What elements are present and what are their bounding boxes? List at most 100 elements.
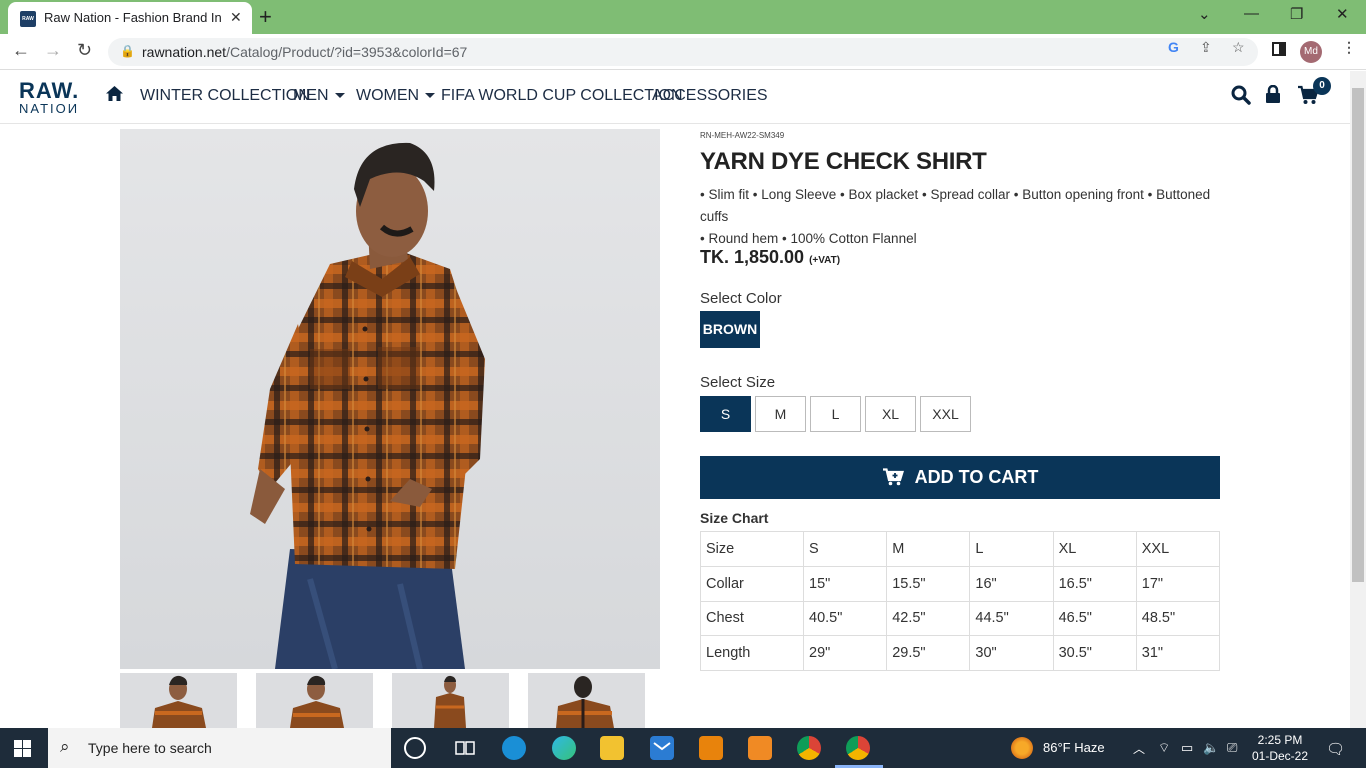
app-icon-blue[interactable] xyxy=(502,736,526,760)
size-chart-cell: Size xyxy=(700,531,804,567)
size-chart-cell: S xyxy=(802,531,888,567)
forward-icon[interactable]: → xyxy=(44,40,62,61)
size-chart-cell: 16" xyxy=(969,565,1054,602)
lock-icon: 🔒 xyxy=(120,44,135,58)
browser-toolbar: ← → ↻ 🔒 rawnation.net/Catalog/Product/?i… xyxy=(0,34,1366,70)
bookmark-star-icon[interactable]: ☆ xyxy=(1232,39,1245,56)
address-bar[interactable]: 🔒 rawnation.net/Catalog/Product/?id=3953… xyxy=(108,38,1258,66)
size-chart-cell: 42.5" xyxy=(886,600,971,637)
back-icon[interactable]: ← xyxy=(12,40,30,61)
size-option-m[interactable]: M xyxy=(755,396,806,432)
chevron-down-icon xyxy=(334,93,345,99)
task-view-icon[interactable] xyxy=(453,736,477,760)
reload-icon[interactable]: ↻ xyxy=(77,40,92,61)
taskbar-search-box[interactable]: ⌕ Type here to search xyxy=(48,728,391,768)
file-explorer-icon[interactable] xyxy=(600,736,624,760)
notification-icon[interactable]: 🗨 xyxy=(1326,740,1345,758)
nav-fifa-world-cup[interactable]: FIFA WORLD CUP COLLECTION xyxy=(441,87,683,105)
size-chart-row: Length 29" 29.5" 30" 30.5" 31" xyxy=(700,635,1221,671)
minimize-icon[interactable]: — xyxy=(1244,5,1259,22)
size-chart-cell: 40.5" xyxy=(802,600,888,637)
chrome-icon[interactable] xyxy=(797,736,821,760)
search-icon[interactable] xyxy=(1231,85,1251,110)
chevron-up-icon[interactable]: ︿ xyxy=(1133,740,1145,757)
sublime-text-icon[interactable] xyxy=(699,736,723,760)
size-chart-cell: 17" xyxy=(1135,565,1221,602)
size-chart-cell: 16.5" xyxy=(1052,565,1137,602)
nav-accessories[interactable]: ACCESSORIES xyxy=(652,87,768,105)
product-main-image[interactable] xyxy=(120,129,660,669)
new-tab-icon[interactable]: + xyxy=(259,4,272,30)
system-clock[interactable]: 2:25 PM 01-Dec-22 xyxy=(1248,732,1312,764)
size-option-l[interactable]: L xyxy=(810,396,861,432)
windows-start-icon[interactable] xyxy=(14,740,31,757)
tab-title: Raw Nation - Fashion Brand In Ba xyxy=(44,10,224,25)
raw-nation-logo[interactable]: RAW. NATIOИ xyxy=(19,80,79,116)
cortana-icon[interactable] xyxy=(404,737,426,759)
size-chart-cell: 29.5" xyxy=(886,635,971,671)
windows-taskbar: ⌕ Type here to search 86°F Haze ︿ ⌔ ▭ 🔈 … xyxy=(0,728,1366,768)
tab-close-icon[interactable]: ✕ xyxy=(230,9,242,26)
size-chart-row: Collar 15" 15.5" 16" 16.5" 17" xyxy=(700,565,1221,602)
nav-winter-collection[interactable]: WINTER COLLECTION xyxy=(140,87,310,105)
size-chart-cell: 15" xyxy=(802,565,888,602)
cart-count-badge: 0 xyxy=(1313,77,1331,95)
nav-men[interactable]: MEN xyxy=(293,87,345,105)
site-favicon: RAW xyxy=(20,11,36,27)
product-sku: RN-MEH-AW22-SM349 xyxy=(700,131,785,140)
profile-avatar[interactable]: Md xyxy=(1300,41,1322,63)
url-text: rawnation.net/Catalog/Product/?id=3953&c… xyxy=(142,44,468,60)
size-chart-cell: 44.5" xyxy=(969,600,1054,637)
product-thumbnail[interactable] xyxy=(528,673,645,728)
battery-icon[interactable]: ▭ xyxy=(1181,740,1193,756)
color-option-brown[interactable]: BROWN xyxy=(700,311,760,348)
size-chart-cell: M xyxy=(886,531,971,567)
size-chart-cell: L xyxy=(969,531,1054,567)
page-scrollbar-thumb[interactable] xyxy=(1352,88,1364,582)
size-chart-cell: 48.5" xyxy=(1135,600,1221,637)
nav-women[interactable]: WOMEN xyxy=(356,87,436,105)
size-chart-cell: 15.5" xyxy=(886,565,971,602)
size-chart-cell: 31" xyxy=(1135,635,1221,671)
size-chart-cell: Collar xyxy=(700,565,804,602)
size-chart-table: Size S M L XL XXL Collar 15" 15.5" 16" 16.5" 17" Che… xyxy=(700,531,1221,671)
size-chart-cell: XL xyxy=(1052,531,1137,567)
network-icon[interactable]: ⌔ xyxy=(1158,740,1170,756)
chrome-profile-icon[interactable] xyxy=(846,736,870,760)
mail-icon[interactable] xyxy=(650,736,674,760)
size-chart-label: Size Chart xyxy=(700,510,769,526)
window-close-icon[interactable]: ✕ xyxy=(1336,5,1349,23)
restore-icon[interactable]: ❐ xyxy=(1290,5,1303,23)
size-option-xxl[interactable]: XXL xyxy=(920,396,971,432)
search-icon: ⌕ xyxy=(60,737,70,756)
browser-tabbar: RAW Raw Nation - Fashion Brand In Ba ✕ +… xyxy=(0,0,1366,34)
size-chart-cell: 29" xyxy=(802,635,888,671)
chevron-down-icon xyxy=(425,93,436,99)
xampp-icon[interactable] xyxy=(748,736,772,760)
weather-text[interactable]: 86°F Haze xyxy=(1043,740,1105,755)
site-header: RAW. NATIOИ WINTER COLLECTION MEN WOMEN … xyxy=(0,71,1350,124)
device-icon[interactable]: ⎚ xyxy=(1227,740,1237,756)
size-chart-cell: 30.5" xyxy=(1052,635,1137,671)
size-chart-cell: 30" xyxy=(969,635,1054,671)
weather-icon[interactable] xyxy=(1011,737,1033,759)
google-icon[interactable]: G xyxy=(1168,39,1179,55)
menu-kebab-icon[interactable]: ⋮ xyxy=(1342,39,1356,56)
edge-icon[interactable] xyxy=(552,736,576,760)
product-description: • Slim fit • Long Sleeve • Box placket •… xyxy=(700,187,1211,246)
browser-tab[interactable]: RAW Raw Nation - Fashion Brand In Ba ✕ xyxy=(8,2,252,34)
tab-search-icon[interactable]: ⌄ xyxy=(1198,5,1211,23)
product-title: YARN DYE CHECK SHIRT xyxy=(700,148,987,175)
product-price: TK. 1,850.00 (+VAT) xyxy=(700,247,841,267)
volume-icon[interactable]: 🔈 xyxy=(1203,740,1219,756)
product-thumbnail[interactable] xyxy=(120,673,237,728)
side-panel-icon[interactable] xyxy=(1272,42,1286,59)
product-thumbnail[interactable] xyxy=(256,673,373,728)
size-option-s[interactable]: S xyxy=(700,396,751,432)
size-option-xl[interactable]: XL xyxy=(865,396,916,432)
home-icon[interactable] xyxy=(105,85,124,107)
account-lock-icon[interactable] xyxy=(1265,84,1281,109)
product-thumbnail[interactable] xyxy=(392,673,509,728)
share-icon[interactable]: ⇪ xyxy=(1200,39,1212,56)
add-to-cart-button[interactable]: ADD TO CART xyxy=(700,456,1220,499)
